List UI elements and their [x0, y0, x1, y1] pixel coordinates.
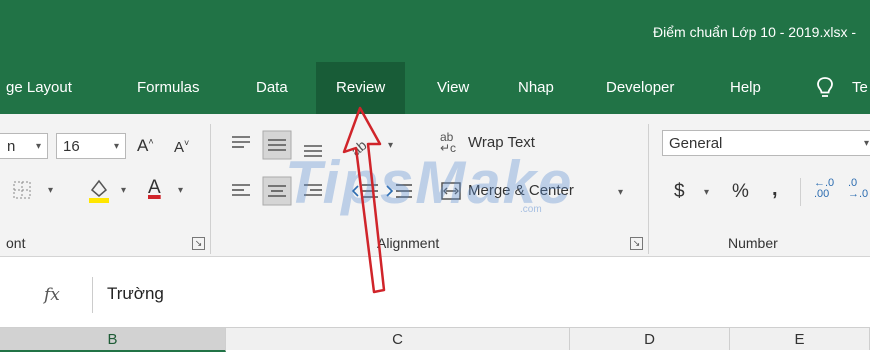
font-group-label: ont: [6, 235, 26, 251]
tab-view[interactable]: View: [437, 62, 469, 114]
decrease-font-icon[interactable]: A˅: [174, 138, 189, 156]
decrease-decimal-icon[interactable]: .0 →.0: [848, 178, 868, 200]
alignment-dialog-launcher-icon[interactable]: ↘: [630, 237, 643, 250]
window-title: Điểm chuẩn Lớp 10 - 2019.xlsx -: [653, 24, 856, 40]
font-size-box[interactable]: 16 ▾: [56, 133, 126, 159]
font-dialog-launcher-icon[interactable]: ↘: [192, 237, 205, 250]
comma-style-button[interactable]: ,: [772, 178, 778, 201]
fill-color-icon[interactable]: [86, 176, 112, 204]
column-header-c[interactable]: C: [226, 328, 570, 350]
number-format-box[interactable]: General ▾: [662, 130, 870, 156]
font-name-box[interactable]: n ▾: [0, 133, 48, 159]
top-align-icon[interactable]: [230, 132, 252, 154]
title-bar: Điểm chuẩn Lớp 10 - 2019.xlsx -: [0, 0, 870, 62]
group-separator: [210, 124, 211, 254]
number-group-label: Number: [728, 235, 778, 251]
borders-icon[interactable]: [12, 180, 32, 200]
chevron-down-icon: ▾: [863, 138, 869, 149]
chevron-down-icon[interactable]: ▾: [618, 187, 623, 198]
align-left-icon[interactable]: [230, 180, 252, 202]
ribbon-tab-bar: ge Layout Formulas Data Review View Nhap…: [0, 62, 870, 114]
button-separator: [800, 178, 801, 206]
column-header-b[interactable]: B: [0, 328, 226, 352]
tab-developer[interactable]: Developer: [606, 62, 674, 114]
formula-bar: fx Trường: [0, 257, 870, 327]
font-color-icon[interactable]: A: [148, 177, 161, 199]
tab-help[interactable]: Help: [730, 62, 761, 114]
chevron-down-icon[interactable]: ▾: [178, 185, 183, 196]
font-name-value: n: [7, 138, 16, 155]
lightbulb-icon[interactable]: [814, 76, 836, 100]
percent-style-button[interactable]: %: [732, 181, 749, 203]
annotation-arrow-icon: [342, 106, 386, 294]
tab-tell-me[interactable]: Te: [852, 62, 868, 114]
chevron-down-icon: ▾: [35, 141, 41, 152]
accounting-format-button[interactable]: $: [674, 181, 685, 203]
chevron-down-icon: ▾: [113, 141, 119, 152]
column-headers: B C D E: [0, 327, 870, 352]
tab-page-layout[interactable]: ge Layout: [6, 62, 72, 114]
tab-nhap[interactable]: Nhap: [518, 62, 554, 114]
chevron-down-icon[interactable]: ▾: [48, 185, 53, 196]
increase-decimal-icon[interactable]: ←.0 .00: [814, 178, 834, 200]
column-header-e[interactable]: E: [730, 328, 870, 350]
number-format-value: General: [669, 135, 723, 152]
chevron-down-icon[interactable]: ▾: [121, 185, 126, 196]
insert-function-icon[interactable]: fx: [44, 285, 60, 305]
formula-input[interactable]: [92, 277, 870, 313]
tab-data[interactable]: Data: [256, 62, 288, 114]
tab-formulas[interactable]: Formulas: [137, 62, 200, 114]
watermark-domain: .com: [520, 204, 542, 215]
formula-value: Trường: [107, 284, 164, 303]
column-header-d[interactable]: D: [570, 328, 730, 350]
group-separator: [648, 124, 649, 254]
font-size-value: 16: [63, 138, 80, 155]
chevron-down-icon[interactable]: ▾: [704, 187, 709, 198]
increase-font-icon[interactable]: A˄: [137, 136, 154, 156]
